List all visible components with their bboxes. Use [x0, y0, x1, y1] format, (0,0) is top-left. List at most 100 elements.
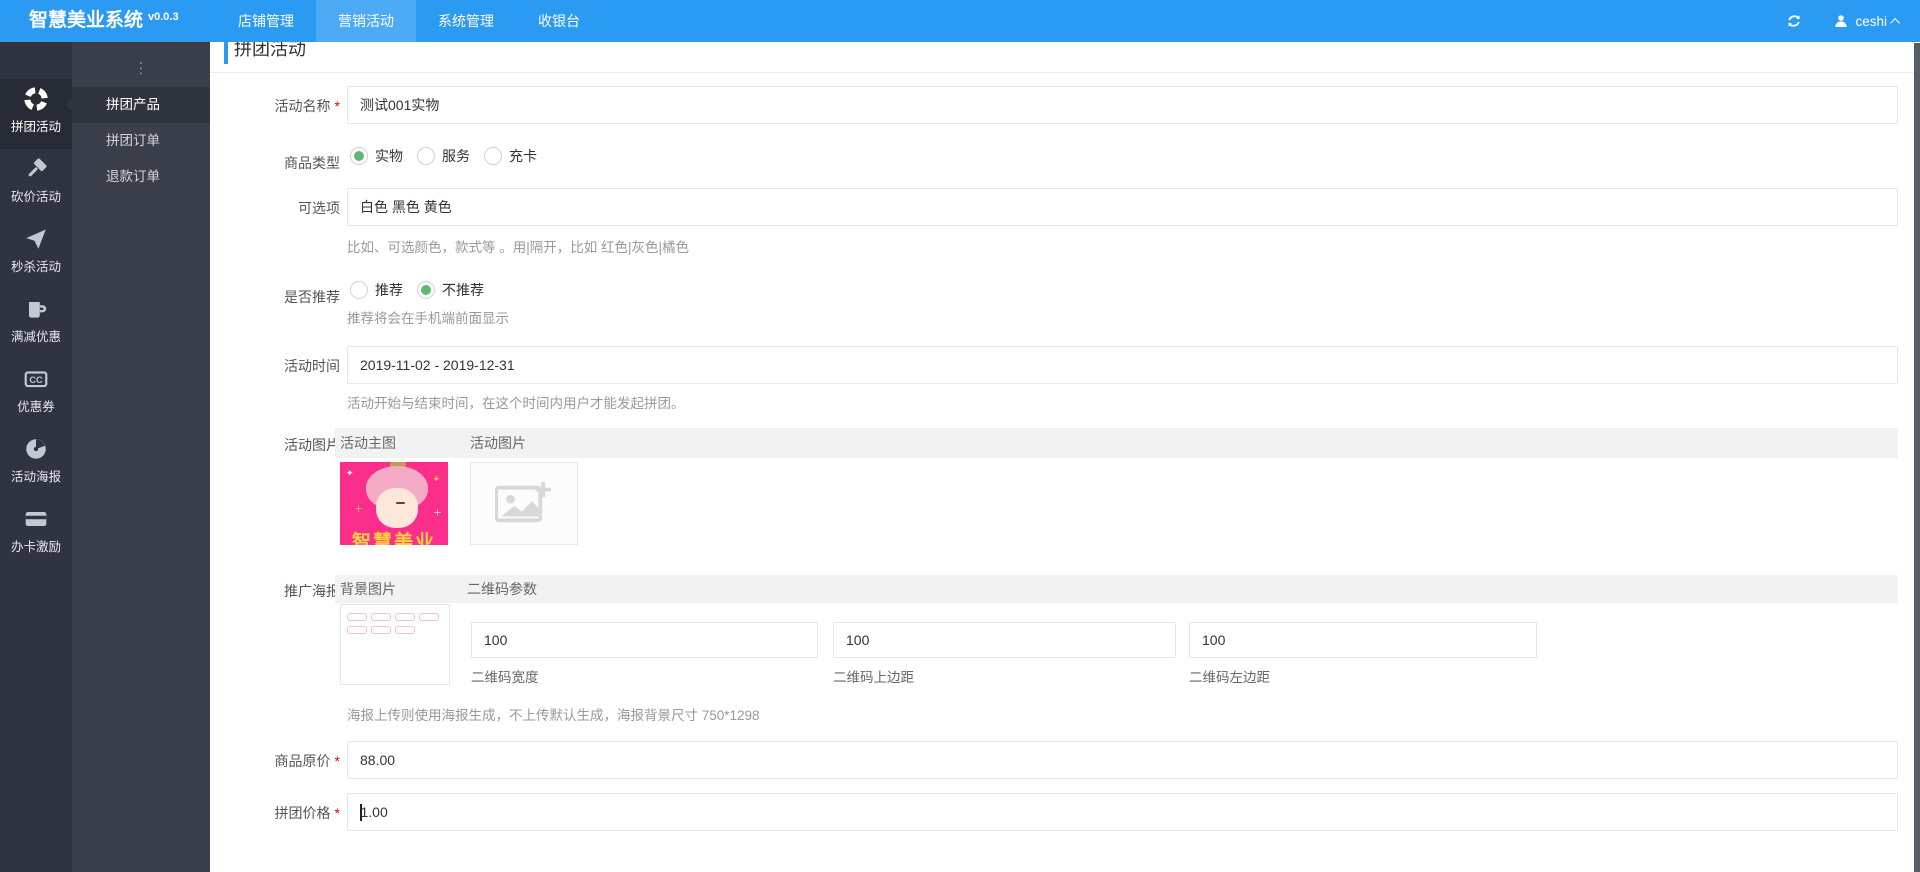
sidebar-item-label: 秒杀活动	[10, 260, 61, 274]
poster-bg-header: 背景图片	[340, 581, 396, 597]
radio-label-service[interactable]: 服务	[442, 146, 470, 166]
activity-name-input[interactable]: 测试001实物	[347, 86, 1898, 124]
top-nav: 店铺管理 营销活动 系统管理 收银台	[216, 0, 602, 42]
radio-service[interactable]	[417, 147, 435, 165]
qr-width-label: 二维码宽度	[471, 670, 539, 685]
svg-text:CC: CC	[29, 375, 43, 385]
main-content: 拼团活动 活动名称 * 测试001实物 商品类型 实物 服务 充卡 可选项 白色 …	[210, 42, 1920, 872]
coupon-icon: CC	[24, 371, 48, 388]
activity-time-label: 活动时间	[284, 358, 340, 374]
topbar-right: ceshi	[1785, 0, 1901, 42]
poster-help-text: 海报上传则使用海报生成，不上传默认生成，海报背景尺寸 750*1298	[347, 708, 760, 723]
nav-item-marketing[interactable]: 营销活动	[316, 0, 416, 42]
radio-label-physical[interactable]: 实物	[375, 146, 403, 166]
radio-recharge[interactable]	[484, 147, 502, 165]
required-asterisk: *	[334, 805, 340, 821]
sidebar-item-label: 砍价活动	[10, 190, 61, 204]
image-plus-icon	[495, 481, 551, 522]
submenu-item-group-products[interactable]: 拼团产品	[66, 87, 210, 123]
qr-top-margin-label: 二维码上边距	[833, 670, 914, 685]
app-version: v0.0.3	[148, 11, 179, 23]
recommend-help-text: 推荐将会在手机端前面显示	[347, 311, 509, 326]
sidebar-item-flash-sale[interactable]: 秒杀活动	[0, 219, 72, 289]
radio-physical[interactable]	[350, 147, 368, 165]
sidebar-item-poster[interactable]: 活动海报	[0, 429, 72, 499]
radio-label-recharge[interactable]: 充卡	[509, 146, 537, 166]
nav-item-shop[interactable]: 店铺管理	[216, 0, 316, 42]
sidebar-item-label: 优惠券	[17, 400, 55, 414]
sidebar-item-label: 满减优惠	[10, 330, 61, 344]
nav-item-system[interactable]: 系统管理	[416, 0, 516, 42]
user-icon	[1835, 15, 1848, 27]
qr-left-margin-label: 二维码左边距	[1189, 670, 1270, 685]
poster-icon	[26, 439, 46, 459]
product-type-label: 商品类型	[284, 155, 340, 171]
qr-left-margin-input[interactable]: 100	[1189, 622, 1537, 658]
poster-label: 推广海报	[284, 583, 340, 599]
submenu-item-group-orders[interactable]: 拼团订单	[72, 123, 210, 159]
sidebar-item-bargain[interactable]: 砍价活动	[0, 149, 72, 219]
sidebar-icon-rail: 拼团活动 砍价活动 秒杀活动 满减优惠 CC 优惠券 活动海报 办卡激励	[0, 42, 72, 872]
poster-bg-thumbnail[interactable]	[340, 604, 450, 685]
group-activity-form: 活动名称 * 测试001实物 商品类型 实物 服务 充卡 可选项 白色 黑色 黄色…	[210, 74, 1920, 872]
illustration-shape	[396, 502, 405, 504]
page-title: 拼团活动	[234, 42, 306, 59]
main-image-caption: 智慧美业	[351, 532, 436, 545]
activity-time-input[interactable]: 2019-11-02 - 2019-12-31	[347, 346, 1898, 384]
activity-images-header-band: 活动主图 活动图片	[335, 428, 1898, 458]
poster-header-band: 背景图片 二维码参数	[335, 575, 1898, 603]
submenu-item-refund-orders[interactable]: 退款订单	[72, 159, 210, 195]
radio-not-recommend[interactable]	[417, 281, 435, 299]
main-image-thumbnail[interactable]: ✦ ✦ ＋ ＋ 智慧美业	[340, 462, 448, 545]
submenu-collapse-dots-icon[interactable]: ⋮	[72, 61, 210, 82]
illustration-shape	[376, 488, 418, 528]
sidebar-submenu: ⋮ 拼团产品 拼团订单 退款订单	[66, 42, 210, 872]
app-title: 智慧美业系统	[29, 10, 144, 31]
radio-recommend[interactable]	[350, 281, 368, 299]
options-input[interactable]: 白色 黑色 黄色	[347, 188, 1898, 226]
sidebar-item-card-incentive[interactable]: 办卡激励	[0, 499, 72, 569]
qr-top-margin-input[interactable]: 100	[833, 622, 1176, 658]
sidebar-item-label: 活动海报	[10, 470, 61, 484]
submenu-items: 拼团产品 拼团订单 退款订单	[66, 87, 210, 195]
sidebar-item-label: 办卡激励	[10, 540, 61, 554]
page-title-row: 拼团活动	[210, 42, 1920, 73]
main-image-header: 活动主图	[340, 435, 396, 451]
discount-icon	[28, 301, 47, 318]
images-header: 活动图片	[470, 435, 526, 451]
required-asterisk: *	[334, 753, 340, 769]
options-help-text: 比如、可选颜色，款式等 。用|隔开，比如 红色|灰色|橘色	[347, 240, 690, 255]
activity-time-help-text: 活动开始与结束时间，在这个时间内用户才能发起拼团。	[347, 396, 685, 411]
poster-pill-row	[347, 613, 443, 621]
top-bar: 智慧美业系统 v0.0.3 店铺管理 营销活动 系统管理 收银台 ceshi	[0, 0, 1920, 42]
group-price-input[interactable]: 1.00	[347, 793, 1898, 831]
group-buy-icon	[24, 87, 48, 111]
qr-width-input[interactable]: 100	[471, 622, 818, 658]
card-icon	[25, 511, 47, 527]
app-logo: 智慧美业系统 v0.0.3	[29, 0, 179, 44]
user-menu[interactable]: ceshi	[1833, 13, 1901, 29]
sidebar-item-coupon[interactable]: CC 优惠券	[0, 359, 72, 429]
qr-params-header: 二维码参数	[467, 581, 537, 597]
activity-images-label: 活动图片	[284, 437, 340, 453]
recommend-radio-group: 推荐 不推荐	[350, 280, 498, 300]
sidebar-item-discount[interactable]: 满减优惠	[0, 289, 72, 359]
options-label: 可选项	[298, 200, 340, 216]
original-price-input[interactable]: 88.00	[347, 741, 1898, 779]
bargain-icon	[28, 158, 47, 177]
original-price-label: 商品原价 *	[274, 753, 340, 769]
radio-label-not-recommend[interactable]: 不推荐	[442, 280, 484, 300]
username: ceshi	[1855, 13, 1887, 29]
radio-label-recommend[interactable]: 推荐	[375, 280, 403, 300]
vertical-scrollbar[interactable]	[1914, 43, 1920, 872]
refresh-icon[interactable]	[1785, 12, 1803, 30]
group-price-label: 拼团价格 *	[274, 805, 340, 821]
required-asterisk: *	[334, 98, 340, 114]
sidebar-item-group-buy[interactable]: 拼团活动	[0, 79, 72, 149]
chevron-up-icon	[1890, 17, 1901, 28]
sidebar-item-label: 拼团活动	[10, 120, 61, 134]
nav-item-cashier[interactable]: 收银台	[516, 0, 602, 42]
flash-sale-icon	[26, 229, 46, 249]
image-upload-placeholder[interactable]	[470, 462, 578, 545]
title-accent-bar	[224, 42, 228, 64]
